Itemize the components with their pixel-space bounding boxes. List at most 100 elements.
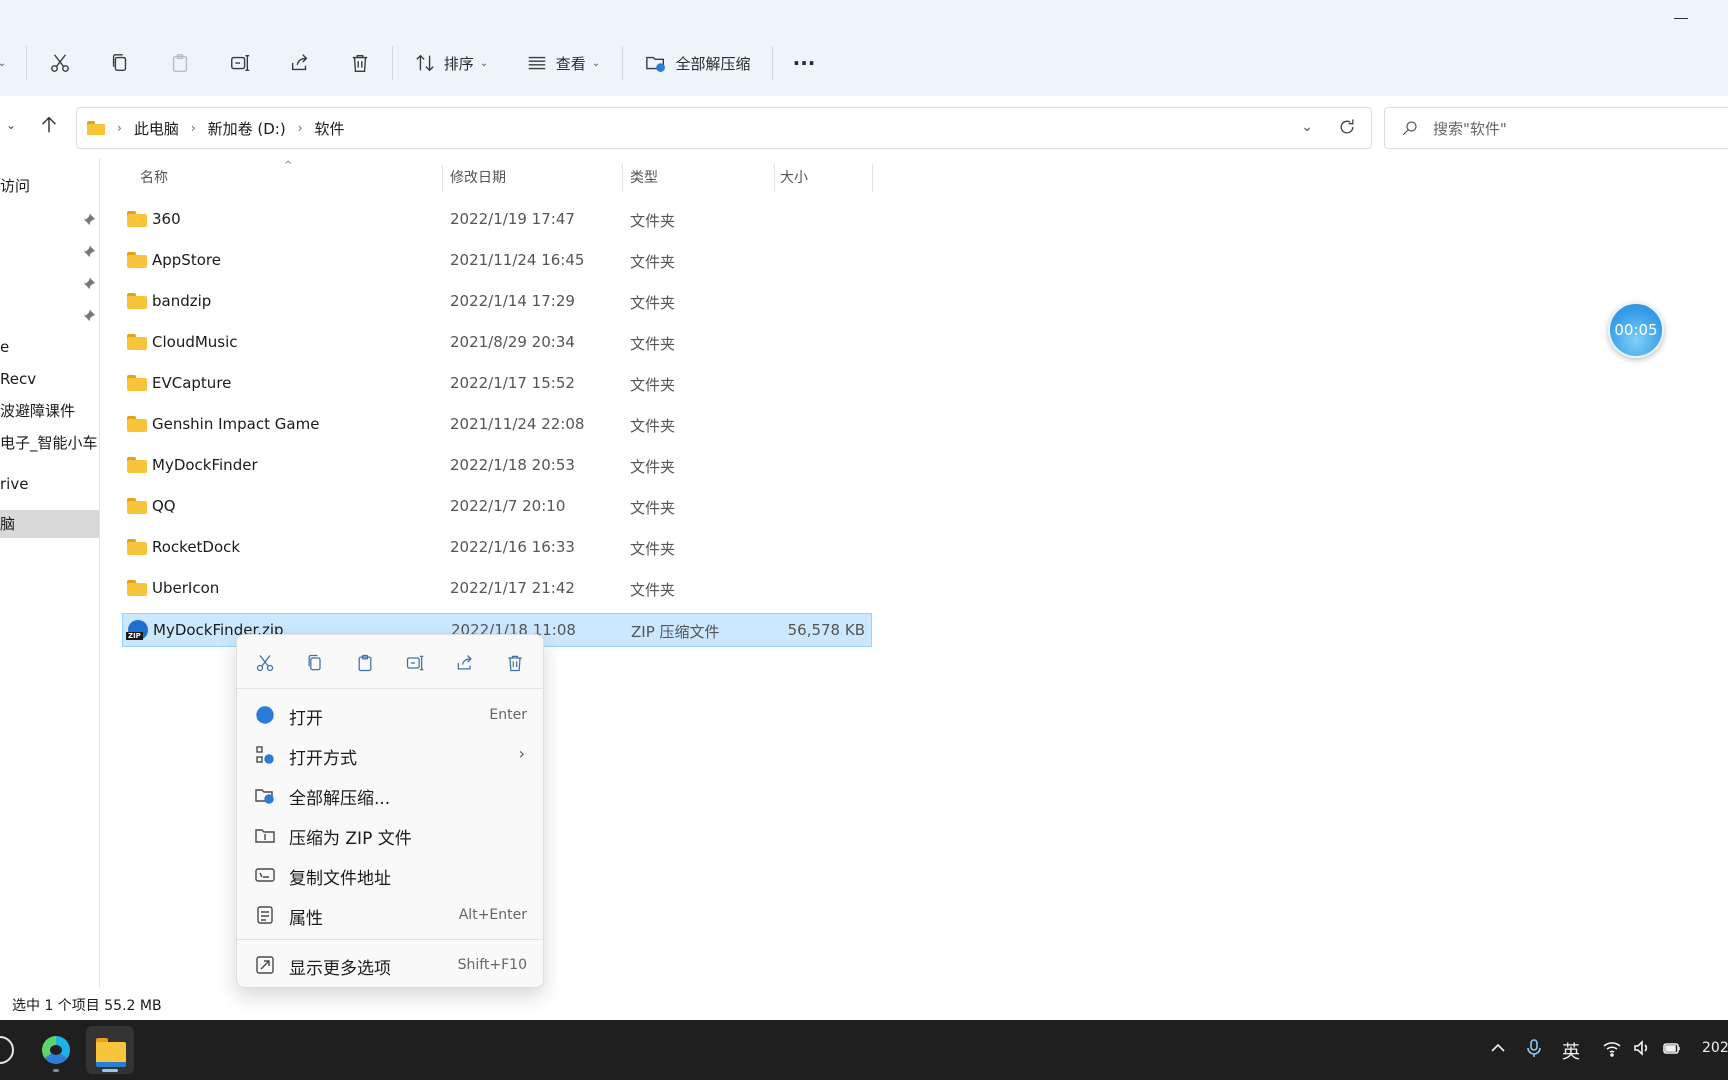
taskbar-app-edge[interactable] <box>32 1026 80 1074</box>
file-type: 文件夹 <box>630 335 676 353</box>
minimize-button[interactable] <box>1674 18 1688 19</box>
taskbar-app-file-explorer[interactable] <box>86 1026 134 1074</box>
arrow-up-icon <box>42 116 56 133</box>
chevron-down-icon: ⌄ <box>591 57 601 69</box>
context-item-open[interactable]: 打开 Enter <box>237 697 545 733</box>
microphone-icon[interactable] <box>1524 1038 1544 1062</box>
column-divider[interactable] <box>774 164 775 192</box>
up-button[interactable] <box>38 114 62 138</box>
sidebar-item-this-pc[interactable]: 脑 <box>0 510 99 538</box>
breadcrumb-this-pc[interactable]: 此电脑 <box>134 118 179 139</box>
context-item-label: 打开 <box>289 709 323 729</box>
sidebar-item-label: 访问 <box>0 177 31 195</box>
sidebar-item[interactable]: Recv <box>0 365 99 393</box>
file-name: bandzip <box>152 292 212 310</box>
context-paste-button[interactable] <box>351 649 379 677</box>
context-item-open-with[interactable]: 打开方式 › <box>237 737 545 773</box>
column-divider[interactable] <box>442 164 443 192</box>
search-box[interactable]: 搜索"软件" <box>1384 107 1728 149</box>
file-name: MyDockFinder <box>152 456 258 474</box>
battery-icon[interactable] <box>1662 1038 1682 1062</box>
folder-icon <box>127 457 147 473</box>
context-copy-button[interactable] <box>301 649 329 677</box>
new-dropdown-chevron-icon[interactable]: ⌄ <box>0 44 10 82</box>
view-button[interactable]: 查看 ⌄ <box>522 44 604 82</box>
file-row[interactable]: 360 2022/1/19 17:47 文件夹 <box>122 203 872 237</box>
breadcrumb-chevron-icon[interactable]: › <box>191 121 196 135</box>
sidebar-item[interactable]: 电子_智能小车 <box>0 429 99 457</box>
column-header-date[interactable]: 修改日期 <box>450 158 506 198</box>
taskbar: 英 202 <box>0 1020 1728 1080</box>
more-options-button[interactable]: ··· <box>790 44 818 82</box>
share-button[interactable] <box>286 44 314 82</box>
search-icon[interactable] <box>0 1036 14 1064</box>
clock[interactable]: 202 <box>1702 1040 1728 1056</box>
toolbar-separator <box>26 46 27 80</box>
file-name: AppStore <box>152 251 221 269</box>
folder-icon <box>127 539 147 555</box>
address-history-chevron-icon[interactable]: ⌄ <box>1301 119 1313 135</box>
file-row[interactable]: Genshin Impact Game 2021/11/24 22:08 文件夹 <box>122 408 872 442</box>
file-row[interactable]: AppStore 2021/11/24 16:45 文件夹 <box>122 244 872 278</box>
sort-button[interactable]: 排序 ⌄ <box>410 44 492 82</box>
running-indicator <box>53 1069 59 1072</box>
context-item-compress-zip[interactable]: 压缩为 ZIP 文件 <box>237 817 545 853</box>
input-method-indicator[interactable]: 英 <box>1562 1038 1580 1064</box>
context-item-copy-path[interactable]: 复制文件地址 <box>237 857 545 893</box>
delete-button[interactable] <box>346 44 374 82</box>
chevron-right-icon: › <box>518 744 525 763</box>
refresh-button[interactable] <box>1337 117 1359 139</box>
breadcrumb-chevron-icon[interactable]: › <box>298 121 303 135</box>
column-header-name[interactable]: 名称 <box>140 158 168 198</box>
recent-locations-chevron-icon[interactable]: ⌄ <box>6 118 16 132</box>
sidebar-item[interactable]: e <box>0 333 99 361</box>
sidebar-item-onedrive[interactable]: rive <box>0 470 99 498</box>
file-date: 2022/1/17 15:52 <box>450 374 575 392</box>
file-date: 2022/1/18 20:53 <box>450 456 575 474</box>
rename-button[interactable] <box>226 44 254 82</box>
context-cut-button[interactable] <box>251 649 279 677</box>
sidebar-item-quick-access[interactable]: 访问 <box>0 172 99 200</box>
file-row[interactable]: UberIcon 2022/1/17 21:42 文件夹 <box>122 572 872 606</box>
tray-overflow-chevron-icon[interactable] <box>1488 1038 1508 1062</box>
file-date: 2021/8/29 20:34 <box>450 333 575 351</box>
breadcrumb-software[interactable]: 软件 <box>315 118 345 139</box>
cut-button[interactable] <box>46 44 74 82</box>
address-bar[interactable]: › 此电脑 › 新加卷 (D:) › 软件 ⌄ <box>76 107 1372 149</box>
context-rename-button[interactable] <box>401 649 429 677</box>
recording-timer[interactable]: 00:05 <box>1608 302 1664 358</box>
breadcrumb-chevron-icon[interactable]: › <box>117 121 122 135</box>
paste-button[interactable] <box>166 44 194 82</box>
column-header-type[interactable]: 类型 <box>630 158 658 198</box>
context-item-properties[interactable]: 属性 Alt+Enter <box>237 897 545 933</box>
context-item-label: 复制文件地址 <box>289 869 391 889</box>
copy-button[interactable] <box>106 44 134 82</box>
file-type: 文件夹 <box>630 212 676 230</box>
sidebar-item[interactable]: 波避障课件 <box>0 397 99 425</box>
file-row[interactable]: EVCapture 2022/1/17 15:52 文件夹 <box>122 367 872 401</box>
context-item-extract-all[interactable]: 全部解压缩... <box>237 777 545 813</box>
context-item-show-more[interactable]: 显示更多选项 Shift+F10 <box>237 947 545 983</box>
column-divider[interactable] <box>622 164 623 192</box>
wifi-icon[interactable] <box>1602 1038 1622 1062</box>
trash-icon <box>508 655 522 672</box>
column-divider[interactable] <box>872 164 873 192</box>
context-delete-button[interactable] <box>501 649 529 677</box>
context-item-label: 压缩为 ZIP 文件 <box>289 829 412 849</box>
toolbar-separator <box>392 46 393 80</box>
scissors-icon <box>256 655 274 672</box>
extract-all-button[interactable]: 全部解压缩 <box>642 44 754 82</box>
file-date: 2022/1/19 17:47 <box>450 210 575 228</box>
file-name: RocketDock <box>152 538 241 556</box>
volume-icon[interactable] <box>1632 1038 1652 1062</box>
sidebar-item-label: rive <box>0 475 29 493</box>
file-row[interactable]: MyDockFinder 2022/1/18 20:53 文件夹 <box>122 449 872 483</box>
breadcrumb-drive-d[interactable]: 新加卷 (D:) <box>208 118 286 139</box>
file-name: EVCapture <box>152 374 232 392</box>
file-row[interactable]: RocketDock 2022/1/16 16:33 文件夹 <box>122 531 872 565</box>
context-share-button[interactable] <box>451 649 479 677</box>
file-row[interactable]: bandzip 2022/1/14 17:29 文件夹 <box>122 285 872 319</box>
file-row[interactable]: QQ 2022/1/7 20:10 文件夹 <box>122 490 872 524</box>
column-header-size[interactable]: 大小 <box>780 158 808 198</box>
file-row[interactable]: CloudMusic 2021/8/29 20:34 文件夹 <box>122 326 872 360</box>
